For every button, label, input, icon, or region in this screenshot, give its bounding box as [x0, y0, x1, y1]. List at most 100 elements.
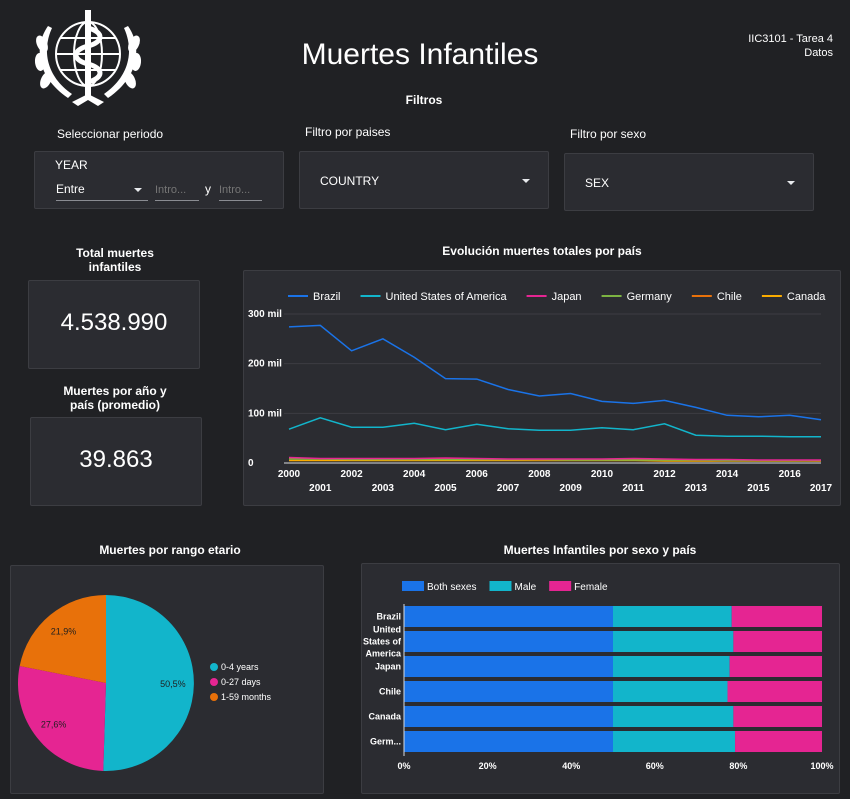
- x-tick-label: 2000: [278, 469, 301, 480]
- bar-segment: [733, 631, 822, 652]
- pie-chart-title: Muertes por rango etario: [99, 543, 241, 557]
- x-tick-label: 0%: [397, 761, 410, 771]
- course-label: IIC3101 - Tarea 4: [748, 33, 833, 45]
- pie-data-label: 50,5%: [160, 679, 186, 689]
- x-tick-label: 2016: [779, 469, 802, 480]
- legend-label: Brazil: [313, 291, 341, 303]
- pie-slice: [17, 665, 106, 771]
- x-tick-label: 100%: [810, 761, 833, 771]
- period-filter[interactable]: YEAR Entre y: [34, 151, 284, 209]
- line-chart-title: Evolución muertes totales por país: [442, 244, 642, 258]
- x-tick-label: 2017: [810, 483, 833, 494]
- legend-label: 0-4 years: [221, 662, 259, 672]
- avg-deaths-value: 39.863: [79, 446, 153, 473]
- bar-segment: [731, 606, 822, 627]
- x-tick-label: 2010: [591, 469, 614, 480]
- bar-segment: [613, 731, 736, 752]
- bar-segment: [404, 706, 613, 727]
- category-label: Japan: [375, 662, 401, 672]
- category-label: United: [373, 625, 401, 635]
- avg-deaths-label: Muertes por año y país (promedio): [63, 384, 167, 412]
- x-tick-label: 2013: [685, 483, 708, 494]
- line-chart: 300 mil 200 mil 100 mil 0 2000 2001 2002 2003 20…: [248, 291, 833, 494]
- total-deaths-value: 4.538.990: [60, 309, 168, 336]
- category-label: States of: [363, 637, 402, 647]
- legend-swatch: [489, 581, 512, 591]
- x-tick-label: 2002: [340, 469, 363, 480]
- course-sublabel: Datos: [804, 47, 833, 59]
- legend-label: Female: [574, 582, 608, 593]
- legend-swatch: [210, 693, 218, 701]
- x-tick-label: 60%: [646, 761, 664, 771]
- x-tick-label: 2008: [528, 469, 551, 480]
- country-filter-label: Filtro por paises: [305, 125, 391, 139]
- x-tick-label: 2006: [466, 469, 489, 480]
- total-deaths-label: Total muertes infantiles: [76, 246, 154, 274]
- country-dropdown-value: COUNTRY: [320, 174, 380, 188]
- bar-segment: [404, 631, 613, 652]
- x-tick-label: 2003: [372, 483, 395, 494]
- legend-swatch: [549, 581, 572, 591]
- period-label: Seleccionar periodo: [57, 127, 164, 141]
- category-label: America: [365, 649, 402, 659]
- legend-label: Canada: [787, 291, 826, 303]
- legend-label: 1-59 months: [221, 692, 272, 702]
- total-deaths-scorecard: 4.538.990: [28, 280, 200, 369]
- sex-dropdown[interactable]: SEX: [564, 153, 814, 211]
- legend-label: Japan: [552, 291, 582, 303]
- y-tick-label: 0: [248, 458, 254, 469]
- legend-label: 0-27 days: [221, 677, 261, 687]
- line-chart-panel: 300 mil 200 mil 100 mil 0 2000 2001 2002 2003 20…: [243, 270, 841, 506]
- page-title: Muertes Infantiles: [301, 38, 539, 71]
- category-label: Germ...: [370, 737, 401, 747]
- x-tick-label: 2004: [403, 469, 426, 480]
- legend-label: Germany: [627, 291, 673, 303]
- pie-chart-panel: 50,5% 27,6% 21,9% 0-4 years 0-27 days 1-59 mo…: [10, 565, 324, 794]
- category-label: Brazil: [376, 612, 401, 622]
- series-line: [288, 324, 822, 421]
- legend-label: Chile: [717, 291, 742, 303]
- category-label: Canada: [368, 712, 402, 722]
- bar-segment: [404, 681, 613, 702]
- period-operator-select[interactable]: Entre: [56, 180, 148, 201]
- country-dropdown[interactable]: COUNTRY: [299, 151, 549, 209]
- chevron-down-icon: [134, 188, 142, 192]
- bar-segment: [613, 681, 728, 702]
- sex-filter-label: Filtro por sexo: [570, 127, 647, 141]
- x-tick-label: 40%: [562, 761, 580, 771]
- who-logo: [28, 6, 148, 110]
- pie-data-label: 21,9%: [51, 626, 77, 636]
- chevron-down-icon: [522, 179, 530, 183]
- period-operator-value: Entre: [56, 182, 85, 196]
- y-tick-label: 300 mil: [248, 309, 282, 320]
- x-tick-label: 2007: [497, 483, 520, 494]
- x-tick-label: 2015: [747, 483, 770, 494]
- bar-segment: [735, 731, 822, 752]
- period-to-input[interactable]: [219, 180, 262, 201]
- period-and-label: y: [205, 182, 211, 196]
- bar-segment: [727, 681, 822, 702]
- x-tick-label: 2009: [560, 483, 583, 494]
- avg-deaths-scorecard: 39.863: [30, 417, 202, 506]
- bar-segment: [729, 656, 822, 677]
- period-from-input[interactable]: [155, 180, 199, 201]
- pie-data-label: 27,6%: [41, 720, 67, 730]
- legend-label: Both sexes: [427, 582, 476, 593]
- bar-segment: [613, 656, 730, 677]
- x-tick-label: 2012: [653, 469, 676, 480]
- series-line: [288, 417, 821, 438]
- x-tick-label: 2011: [622, 483, 644, 494]
- x-tick-label: 2005: [434, 483, 457, 494]
- period-field-label: YEAR: [55, 158, 88, 172]
- bar-segment: [613, 606, 732, 627]
- x-tick-label: 2014: [716, 469, 739, 480]
- legend-label: United States of America: [386, 291, 508, 303]
- legend-label: Male: [514, 582, 536, 593]
- legend-swatch: [402, 581, 424, 591]
- x-tick-label: 20%: [479, 761, 497, 771]
- who-emblem-icon: [34, 10, 142, 106]
- stacked-bar-chart: Both sexes Male Female Brazil United States o…: [363, 581, 834, 771]
- bar-chart-panel: Both sexes Male Female Brazil United States o…: [361, 563, 840, 794]
- bar-segment: [733, 706, 822, 727]
- y-tick-label: 100 mil: [248, 408, 282, 419]
